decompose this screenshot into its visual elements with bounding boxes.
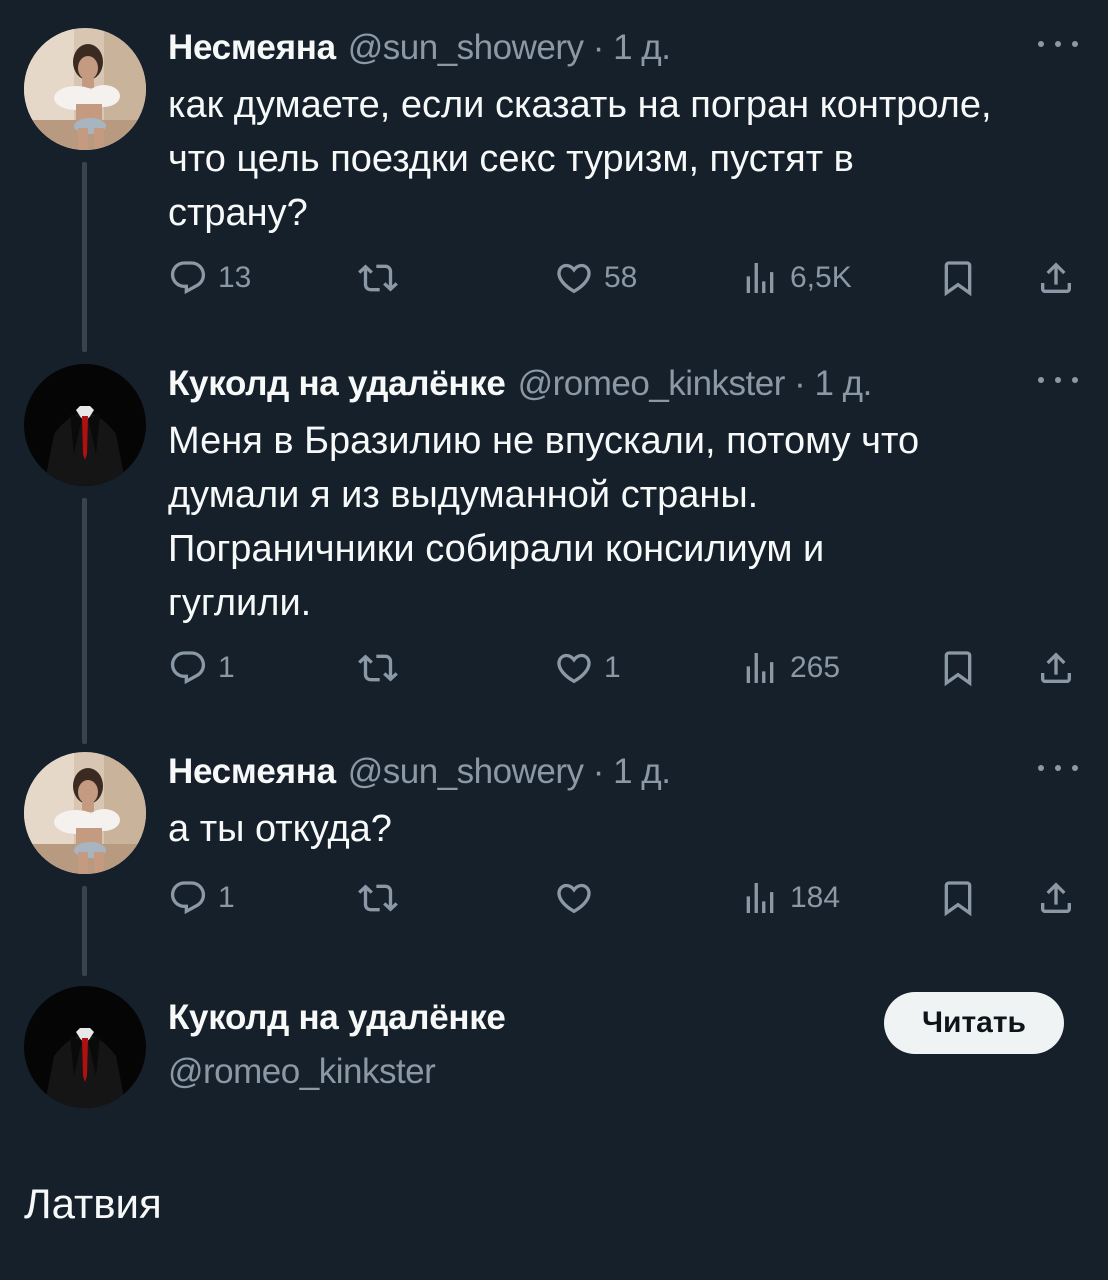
share-icon (1036, 878, 1076, 918)
share-button[interactable] (1036, 256, 1076, 300)
more-icon[interactable] (1038, 758, 1078, 778)
heart-icon (554, 258, 594, 298)
views-icon (740, 648, 780, 688)
tweet-3[interactable]: Несмеяна @sun_showery · 1 д. а ты откуда… (0, 752, 1108, 978)
tweet-meta[interactable]: @sun_showery · 1 д. (348, 752, 671, 792)
retweet-button[interactable] (358, 876, 398, 920)
bookmark-icon (938, 878, 978, 918)
tweet-text-line: Меня в Бразилию не впускали, потому что (168, 420, 920, 462)
follow-button[interactable]: Читать (884, 992, 1064, 1054)
avatar[interactable] (24, 364, 146, 486)
thread-line (82, 162, 87, 352)
like-button[interactable]: 1 (554, 646, 621, 690)
like-count: 58 (604, 261, 638, 294)
display-name[interactable]: Несмеяна (168, 28, 336, 68)
avatar-image (24, 986, 146, 1108)
main-tweet-header: Куколд на удалёнке @romeo_kinkster Читат… (0, 986, 1108, 1126)
views-icon (740, 878, 780, 918)
tweet-text-line: Пограничники собирали консилиум и (168, 528, 825, 570)
bookmark-button[interactable] (938, 646, 978, 690)
tweet-meta[interactable]: @sun_showery · 1 д. (348, 28, 671, 68)
reply-icon (168, 648, 208, 688)
retweet-button[interactable] (358, 646, 398, 690)
tweet-header: Несмеяна @sun_showery · 1 д. (168, 752, 1078, 796)
tweet-header: Несмеяна @sun_showery · 1 д. (168, 28, 1078, 72)
more-icon[interactable] (1038, 34, 1078, 54)
tweet-text-line: думали я из выдуманной страны. (168, 474, 759, 516)
tweet-text: а ты откуда? (168, 802, 1078, 856)
tweet-text-line: а ты откуда? (168, 808, 392, 850)
tweet-text: как думаете, если сказать на погран конт… (168, 78, 1078, 240)
tweet-text-line: как думаете, если сказать на погран конт… (168, 84, 992, 126)
main-tweet-text: Латвия (24, 1180, 162, 1227)
views-count: 6,5K (790, 261, 852, 294)
bookmark-icon (938, 258, 978, 298)
retweet-button[interactable] (358, 256, 398, 300)
thread-line (82, 886, 87, 976)
views-count: 265 (790, 651, 841, 684)
reply-count: 1 (218, 881, 235, 914)
share-button[interactable] (1036, 646, 1076, 690)
avatar-image (24, 364, 146, 486)
reply-count: 1 (218, 651, 235, 684)
reply-icon (168, 878, 208, 918)
reply-button[interactable]: 1 (168, 646, 235, 690)
tweet-1[interactable]: Несмеяна @sun_showery · 1 д. как думаете… (0, 28, 1108, 358)
bookmark-button[interactable] (938, 256, 978, 300)
heart-icon (554, 878, 594, 918)
heart-icon (554, 648, 594, 688)
tweet-text-line: гуглили. (168, 582, 312, 624)
avatar-image (24, 28, 146, 150)
retweet-icon (358, 878, 398, 918)
tweet-content: Куколд на удалёнке @romeo_kinkster · 1 д… (168, 364, 1078, 630)
more-icon[interactable] (1038, 370, 1078, 390)
tweet-2[interactable]: Куколд на удалёнке @romeo_kinkster · 1 д… (0, 364, 1108, 744)
tweet-text: Меня в Бразилию не впускали, потому что … (168, 414, 1078, 630)
tweet-text-line: страну? (168, 192, 308, 234)
tweet-meta[interactable]: @romeo_kinkster · 1 д. (518, 364, 873, 404)
avatar[interactable] (24, 986, 146, 1108)
tweet-content: Несмеяна @sun_showery · 1 д. а ты откуда… (168, 752, 1078, 856)
tweet-header: Куколд на удалёнке @romeo_kinkster · 1 д… (168, 364, 1078, 408)
tweet-content: Несмеяна @sun_showery · 1 д. как думаете… (168, 28, 1078, 240)
avatar[interactable] (24, 752, 146, 874)
views-button[interactable]: 265 (740, 646, 840, 690)
bookmark-icon (938, 648, 978, 688)
tweet-text-line: что цель поездки секс туризм, пустят в (168, 138, 854, 180)
like-count: 1 (604, 651, 621, 684)
tweet-actions: 13 58 6,5K (168, 256, 1078, 300)
like-button[interactable]: 58 (554, 256, 637, 300)
thread-view: Несмеяна @sun_showery · 1 д. как думаете… (0, 0, 1108, 1280)
bookmark-button[interactable] (938, 876, 978, 920)
views-button[interactable]: 184 (740, 876, 840, 920)
views-icon (740, 258, 780, 298)
share-icon (1036, 258, 1076, 298)
reply-count: 13 (218, 261, 252, 294)
views-count: 184 (790, 881, 841, 914)
views-button[interactable]: 6,5K (740, 256, 852, 300)
reply-button[interactable]: 13 (168, 256, 251, 300)
display-name[interactable]: Несмеяна (168, 752, 336, 792)
display-name[interactable]: Куколд на удалёнке (168, 364, 506, 404)
like-button[interactable] (554, 876, 604, 920)
reply-button[interactable]: 1 (168, 876, 235, 920)
share-icon (1036, 648, 1076, 688)
retweet-icon (358, 258, 398, 298)
share-button[interactable] (1036, 876, 1076, 920)
avatar-image (24, 752, 146, 874)
avatar[interactable] (24, 28, 146, 150)
thread-line (82, 498, 87, 744)
tweet-actions: 1 1 265 (168, 646, 1078, 690)
tweet-actions: 1 184 (168, 876, 1078, 920)
retweet-icon (358, 648, 398, 688)
reply-icon (168, 258, 208, 298)
handle[interactable]: @romeo_kinkster (168, 1052, 1078, 1092)
